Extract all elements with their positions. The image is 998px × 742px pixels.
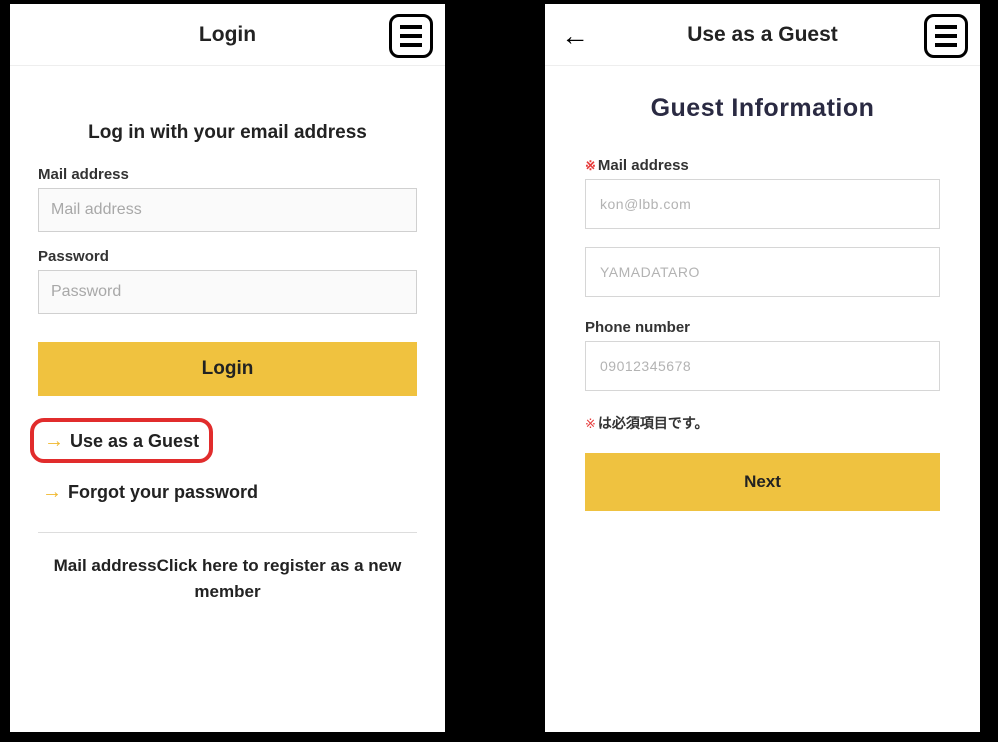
arrow-right-icon: → (44, 430, 64, 453)
mail-label: Mail address (38, 166, 417, 183)
guest-phone-input[interactable] (585, 341, 940, 391)
back-button[interactable]: ← (557, 18, 593, 54)
guest-link-highlight: → Use as a Guest (30, 418, 213, 463)
guest-header: ← Use as a Guest (545, 4, 980, 66)
hamburger-menu-button[interactable] (389, 14, 433, 58)
register-link[interactable]: Mail addressClick here to register as a … (38, 553, 417, 604)
forgot-link-label: Forgot your password (68, 482, 258, 503)
login-header-title: Login (199, 23, 256, 47)
required-mark-icon: ※ (585, 158, 596, 173)
guest-link-label: Use as a Guest (70, 431, 199, 452)
arrow-right-icon: → (42, 481, 62, 504)
login-screen: Login Log in with your email address Mai… (10, 4, 445, 732)
guest-header-title: Use as a Guest (687, 23, 838, 47)
password-label: Password (38, 248, 417, 265)
guest-mail-input[interactable] (585, 179, 940, 229)
login-button[interactable]: Login (38, 342, 417, 396)
required-mark-icon: ※ (585, 416, 596, 431)
divider (38, 532, 417, 533)
hamburger-icon (935, 25, 957, 29)
login-header: Login (10, 4, 445, 66)
guest-phone-label: Phone number (585, 319, 940, 336)
use-as-guest-link[interactable]: → Use as a Guest (44, 430, 199, 453)
guest-content: Guest Information ※Mail address Phone nu… (545, 66, 980, 732)
password-input[interactable] (38, 270, 417, 314)
guest-name-input[interactable] (585, 247, 940, 297)
mail-input[interactable] (38, 188, 417, 232)
guest-screen: ← Use as a Guest Guest Information ※Mail… (545, 4, 980, 732)
required-note-text: は必須項目です。 (598, 415, 709, 431)
hamburger-menu-button[interactable] (924, 14, 968, 58)
required-note: ※は必須項目です。 (585, 413, 940, 433)
guest-section-title: Guest Information (585, 94, 940, 123)
guest-mail-label-text: Mail address (598, 157, 689, 174)
guest-mail-label: ※Mail address (585, 157, 940, 174)
login-content: Log in with your email address Mail addr… (10, 66, 445, 732)
next-button[interactable]: Next (585, 453, 940, 511)
hamburger-icon (400, 25, 422, 29)
login-section-title: Log in with your email address (38, 122, 417, 144)
forgot-password-link[interactable]: → Forgot your password (42, 481, 417, 504)
arrow-left-icon: ← (561, 20, 589, 52)
